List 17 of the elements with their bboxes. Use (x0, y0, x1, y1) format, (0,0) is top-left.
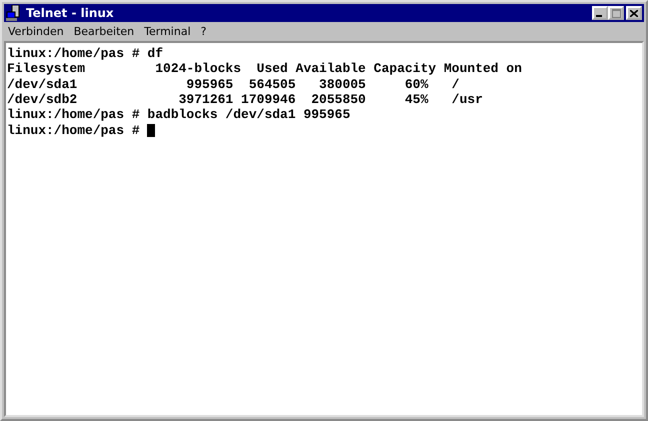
terminal-line: linux:/home/pas # (7, 122, 141, 138)
terminal-line: linux:/home/pas # badblocks /dev/sda1 995965 (7, 107, 350, 122)
maximize-icon (612, 8, 620, 18)
terminal-line: Filesystem 1024-blocks Used Available Capacity Mounted on (7, 61, 522, 76)
minimize-button[interactable] (592, 6, 608, 20)
close-icon (630, 10, 638, 16)
terminal-line: linux:/home/pas # df (7, 46, 164, 62)
computer-icon (6, 5, 22, 21)
window-title: Telnet - linux (26, 6, 114, 20)
menu-item[interactable]: Verbinden (8, 25, 64, 38)
maximize-button[interactable] (608, 6, 624, 20)
terminal-line: /dev/sda1 995965 564505 380005 60% / (7, 76, 460, 92)
close-button[interactable] (626, 6, 642, 20)
menu-item[interactable]: Bearbeiten (74, 25, 134, 38)
terminal-line: /dev/sdb2 3971261 1709946 2055850 45% /usr (7, 92, 483, 108)
menu-item[interactable]: Terminal (144, 25, 191, 38)
menu-item[interactable]: ? (200, 25, 206, 38)
